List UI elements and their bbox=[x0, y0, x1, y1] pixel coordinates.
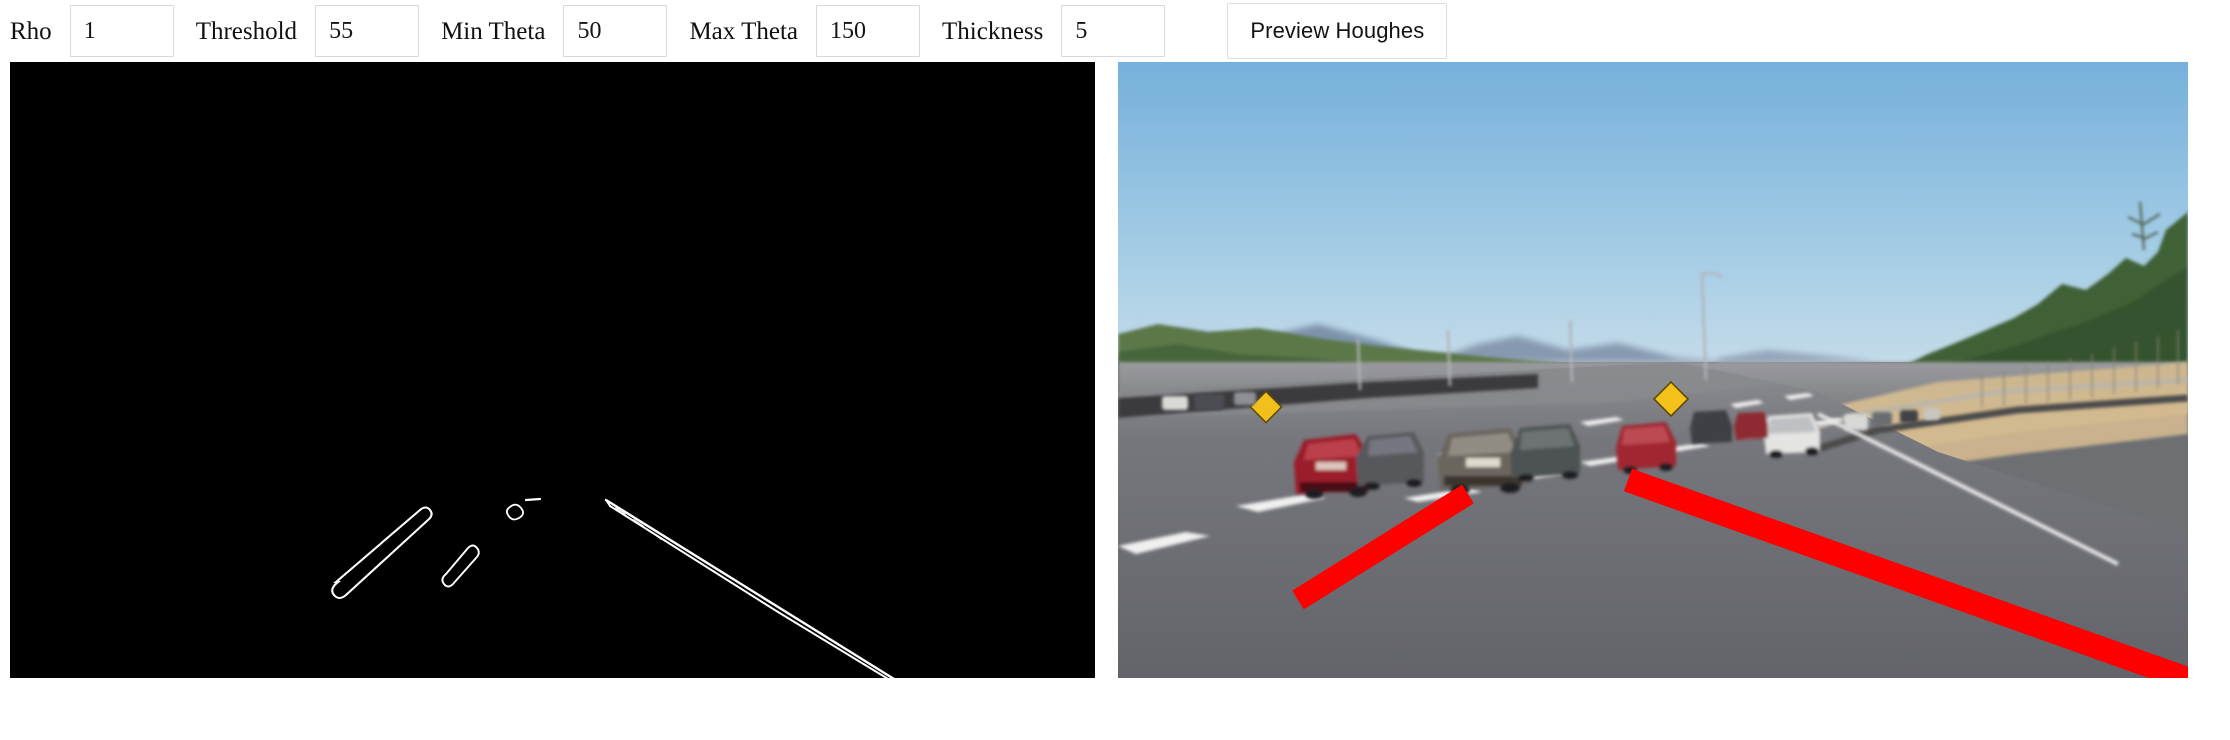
field-group-max-theta: Max Theta bbox=[667, 0, 920, 62]
label-threshold: Threshold bbox=[195, 17, 298, 45]
canny-edge-panel[interactable] bbox=[10, 62, 1095, 678]
vehicle-distant-red bbox=[1734, 412, 1768, 440]
label-rho: Rho bbox=[10, 17, 52, 45]
min-theta-input[interactable] bbox=[563, 5, 668, 57]
thickness-input[interactable] bbox=[1061, 5, 1166, 57]
label-min-theta: Min Theta bbox=[441, 17, 546, 45]
rho-input[interactable] bbox=[69, 5, 174, 57]
road-photo-image bbox=[1118, 62, 2188, 678]
vehicle-white-suv bbox=[1764, 413, 1820, 458]
field-group-thickness: Thickness bbox=[920, 0, 1166, 62]
label-max-theta: Max Theta bbox=[689, 17, 798, 45]
field-group-threshold: Threshold bbox=[174, 0, 420, 62]
label-thickness: Thickness bbox=[942, 17, 1044, 45]
vehicle-dark-suv bbox=[1510, 424, 1580, 482]
lane-overlay-panel[interactable] bbox=[1118, 62, 2188, 678]
preview-panels bbox=[0, 62, 2230, 678]
edge-background bbox=[10, 62, 1095, 678]
preview-houghes-button[interactable]: Preview Houghes bbox=[1227, 3, 1448, 59]
field-group-min-theta: Min Theta bbox=[419, 0, 668, 62]
vehicle-dark-car bbox=[1356, 432, 1424, 490]
max-theta-input[interactable] bbox=[816, 5, 920, 57]
vehicle-red-suv bbox=[1616, 422, 1676, 474]
hough-parameter-toolbar: Rho Threshold Min Theta Max Theta Thickn… bbox=[0, 0, 2230, 62]
edge-blob-dash bbox=[524, 497, 542, 502]
field-group-rho: Rho bbox=[10, 0, 174, 62]
vehicle-distant-dark bbox=[1690, 410, 1732, 444]
canny-edge-image bbox=[10, 62, 1095, 678]
threshold-input[interactable] bbox=[315, 5, 420, 57]
